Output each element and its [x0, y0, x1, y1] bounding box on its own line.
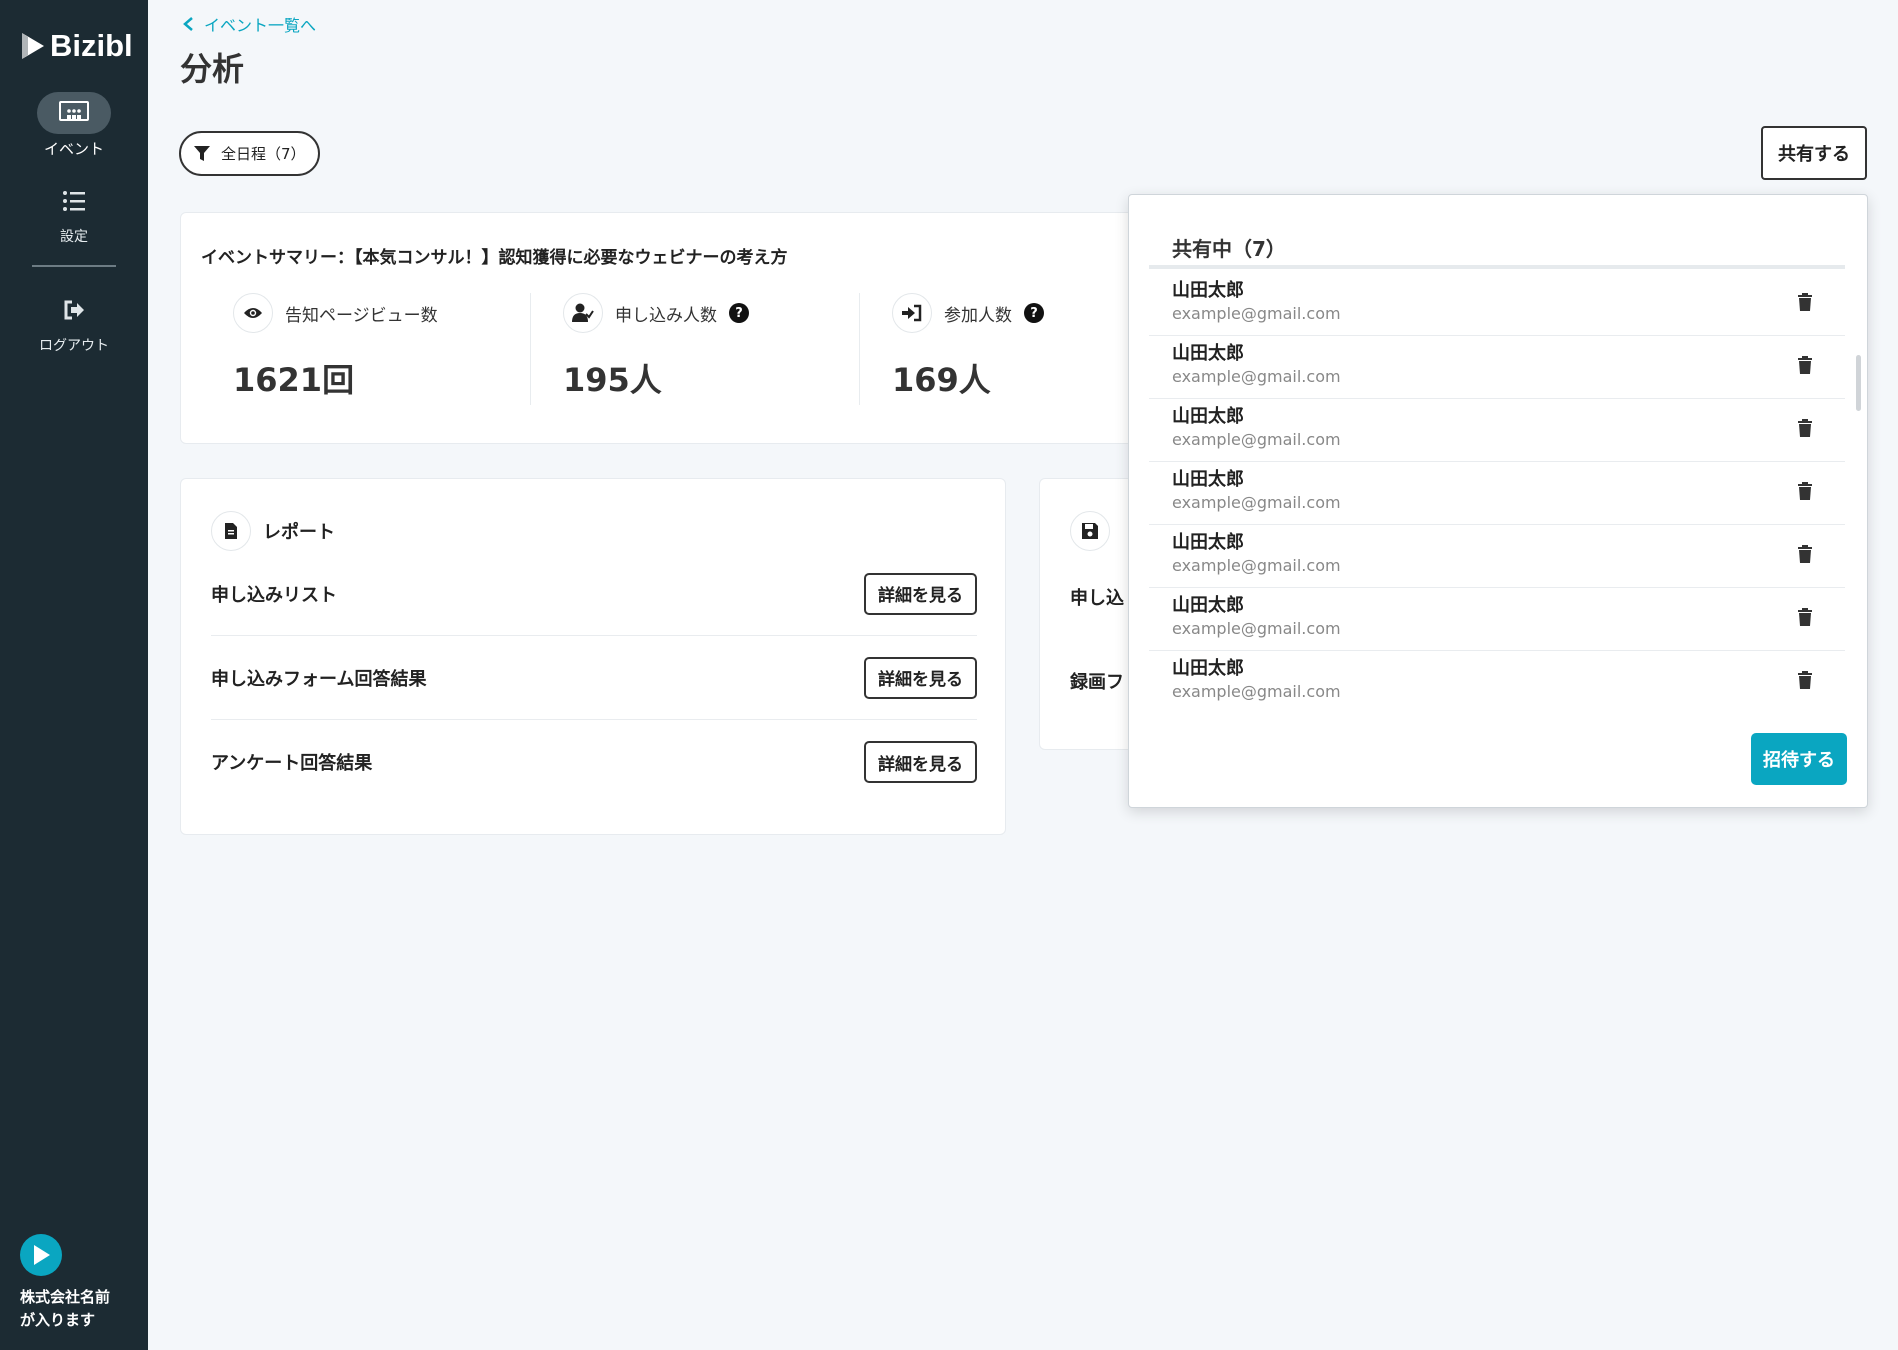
report-card-header: レポート [211, 511, 335, 551]
shared-user-name: 山田太郎 [1172, 343, 1244, 364]
shared-user-name: 山田太郎 [1172, 532, 1244, 553]
user-check-icon [572, 303, 594, 322]
list-icon [63, 191, 85, 211]
shared-user-name: 山田太郎 [1172, 595, 1244, 616]
document-icon [225, 523, 237, 539]
invite-button[interactable]: 招待する [1751, 733, 1847, 785]
view-details-button[interactable]: 詳細を見る [864, 656, 977, 699]
shared-user-row: 山田太郎 example@gmail.com [1149, 273, 1845, 336]
save-icon [1082, 523, 1098, 539]
company-logo [20, 1234, 62, 1276]
share-popover: 共有中（7） 山田太郎 example@gmail.com 山田太郎 examp… [1128, 194, 1868, 808]
shared-user-row: 山田太郎 example@gmail.com [1149, 399, 1845, 462]
sidebar-item-logout[interactable]: ログアウト [0, 289, 148, 355]
metric-page-views: 告知ページビュー数 1621回 [233, 293, 533, 401]
report-card: レポート 申し込みリスト 詳細を見る 申し込みフォーム回答結果 詳細を見る アン… [180, 478, 1006, 835]
share-popover-title: 共有中（7） [1172, 237, 1286, 261]
shared-user-row: 山田太郎 example@gmail.com [1149, 525, 1845, 588]
shared-user-email: example@gmail.com [1172, 304, 1341, 323]
play-icon [34, 1245, 50, 1265]
report-row-label: 申し込みリスト [211, 584, 337, 606]
shared-user-row: 山田太郎 example@gmail.com [1149, 336, 1845, 399]
sign-in-icon [902, 304, 922, 322]
event-summary-title: イベントサマリー：【本気コンサル！】認知獲得に必要なウェビナーの考え方 [201, 248, 788, 268]
report-row-survey-results: アンケート回答結果 詳細を見る [211, 720, 977, 804]
metric-label: 申し込み人数 [615, 305, 717, 326]
metric-label: 参加人数 [944, 305, 1012, 326]
company-name: 株式会社名前 が入ります [20, 1288, 111, 1329]
help-icon[interactable]: ? [729, 303, 749, 323]
sidebar-item-settings[interactable]: 設定 [0, 180, 148, 246]
shared-user-name: 山田太郎 [1172, 406, 1244, 427]
schedule-filter-button[interactable]: 全日程（7） [179, 131, 320, 176]
help-icon[interactable]: ? [1024, 303, 1044, 323]
logout-icon [64, 300, 84, 320]
trash-icon[interactable] [1797, 671, 1813, 689]
shared-user-row: 山田太郎 example@gmail.com [1149, 651, 1845, 709]
view-details-button[interactable]: 詳細を見る [864, 572, 977, 615]
report-card-title: レポート [263, 522, 335, 543]
trash-icon[interactable] [1797, 293, 1813, 311]
logo-text: Bizibl [50, 28, 133, 63]
share-popover-divider [1149, 265, 1845, 269]
filter-label: 全日程（7） [221, 145, 306, 163]
shared-user-email: example@gmail.com [1172, 367, 1341, 386]
back-to-event-list-link[interactable]: イベント一覧へ [182, 12, 316, 36]
trash-icon[interactable] [1797, 545, 1813, 563]
company-block: 株式会社名前 が入ります [20, 1234, 140, 1332]
report-row-registration-list: 申し込みリスト 詳細を見る [211, 552, 977, 636]
sidebar-item-label: 設定 [60, 229, 88, 245]
trash-icon[interactable] [1797, 608, 1813, 626]
sidebar-item-label: ログアウト [39, 338, 109, 354]
event-summary-card: イベントサマリー：【本気コンサル！】認知獲得に必要なウェビナーの考え方 告知ペー… [180, 212, 1140, 444]
page-title: 分析 [180, 50, 245, 88]
filter-icon [194, 145, 210, 161]
shared-list-scrollbar[interactable] [1856, 355, 1861, 411]
report-row-label: アンケート回答結果 [211, 753, 373, 774]
metric-registrations: 申し込み人数 ? 195人 [563, 293, 863, 401]
shared-user-email: example@gmail.com [1172, 619, 1341, 638]
presentation-icon [59, 101, 89, 121]
sidebar-item-label: イベント [43, 140, 104, 158]
report-row-form-results: 申し込みフォーム回答結果 詳細を見る [211, 636, 977, 720]
file-row-label: 申し込 [1070, 588, 1124, 609]
metric-value: 1621回 [233, 361, 355, 399]
sidebar: Bizibl イベント 設定 ログアウト 株式会社名前 が入ります [0, 0, 148, 1350]
logo[interactable]: Bizibl [20, 28, 133, 64]
shared-user-row: 山田太郎 example@gmail.com [1149, 462, 1845, 525]
file-row-label: 録画フ [1070, 672, 1124, 693]
share-button[interactable]: 共有する [1761, 126, 1867, 180]
shared-user-name: 山田太郎 [1172, 469, 1244, 490]
metric-divider [530, 293, 531, 405]
shared-user-name: 山田太郎 [1172, 658, 1244, 679]
sidebar-divider [32, 265, 116, 267]
trash-icon[interactable] [1797, 419, 1813, 437]
eye-icon [244, 308, 262, 318]
shared-user-email: example@gmail.com [1172, 556, 1341, 575]
shared-user-email: example@gmail.com [1172, 493, 1341, 512]
metric-divider [859, 293, 860, 405]
metric-value: 195人 [563, 361, 662, 399]
report-row-label: 申し込みフォーム回答結果 [211, 668, 427, 690]
view-details-button[interactable]: 詳細を見る [864, 741, 977, 783]
bizibl-logo-icon [22, 33, 44, 59]
trash-icon[interactable] [1797, 482, 1813, 500]
trash-icon[interactable] [1797, 356, 1813, 374]
sidebar-item-event[interactable]: イベント [0, 92, 148, 159]
shared-user-email: example@gmail.com [1172, 682, 1341, 701]
shared-user-row: 山田太郎 example@gmail.com [1149, 588, 1845, 651]
shared-user-email: example@gmail.com [1172, 430, 1341, 449]
shared-user-name: 山田太郎 [1172, 280, 1244, 301]
chevron-left-icon [183, 17, 193, 31]
shared-user-list[interactable]: 山田太郎 example@gmail.com 山田太郎 example@gmai… [1149, 273, 1845, 709]
metric-label: 告知ページビュー数 [285, 305, 438, 326]
back-link-label: イベント一覧へ [204, 16, 317, 35]
